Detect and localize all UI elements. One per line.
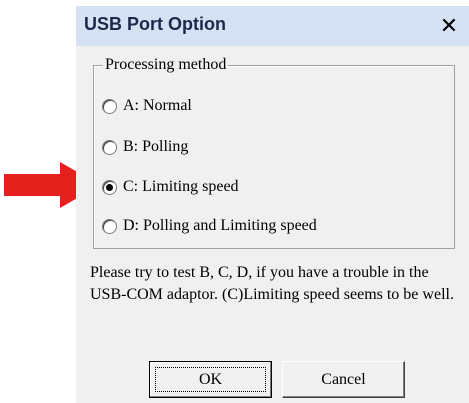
radio-option-a[interactable]: A: Normal: [102, 95, 192, 117]
title-bar: USB Port Option ✕: [76, 6, 469, 46]
radio-button-c[interactable]: [102, 179, 117, 195]
group-label: Processing method: [103, 56, 229, 74]
usb-port-option-dialog: USB Port Option ✕ Processing method A: N…: [76, 6, 469, 403]
cancel-button[interactable]: Cancel: [282, 361, 405, 398]
radio-button-b[interactable]: [102, 139, 117, 155]
radio-option-c[interactable]: C: Limiting speed: [102, 176, 239, 198]
radio-option-b[interactable]: B: Polling: [102, 136, 188, 158]
radio-button-d[interactable]: [102, 218, 117, 234]
radio-button-a[interactable]: [102, 98, 117, 114]
radio-label-d: D: Polling and Limiting speed: [123, 217, 317, 234]
dialog-title: USB Port Option: [84, 14, 226, 34]
radio-label-a: A: Normal: [123, 97, 192, 114]
ok-button[interactable]: OK: [149, 361, 272, 398]
radio-label-b: B: Polling: [123, 138, 189, 155]
processing-method-group: Processing method A: Normal B: Polling C…: [93, 56, 455, 249]
close-icon[interactable]: ✕: [438, 16, 460, 38]
help-text: Please try to test B, C, D, if you have …: [90, 264, 454, 303]
radio-label-c: C: Limiting speed: [123, 178, 239, 195]
focus-rectangle: [155, 367, 266, 392]
radio-option-d[interactable]: D: Polling and Limiting speed: [102, 215, 317, 237]
cancel-button-label: Cancel: [321, 370, 366, 388]
